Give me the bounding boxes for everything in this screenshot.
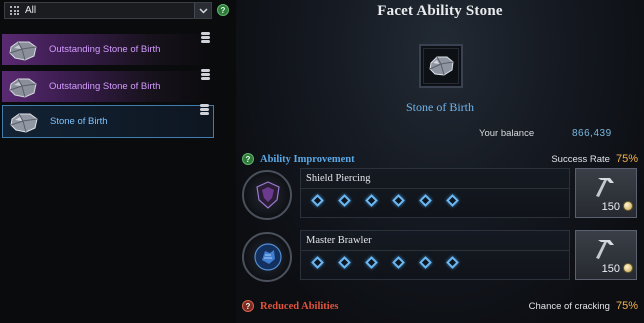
page-title: Facet Ability Stone [377,3,503,19]
help-icon[interactable]: ? [242,153,254,165]
cost-value: 150 [601,201,620,213]
silver-coin-icon [623,263,633,273]
help-icon[interactable]: ? [242,300,254,312]
list-item-outstanding-stone-1[interactable]: Outstanding Stone of Birth [2,32,214,65]
ability-icon-frame [242,170,292,220]
shield-piercing-icon [256,181,280,209]
success-rate-value: 75% [615,153,638,165]
stone-name: Stone of Birth [406,100,474,114]
success-rate-label: Success Rate [551,154,610,165]
facet-button-master-brawler[interactable]: 150 [575,230,637,280]
hammer-icon [596,240,614,259]
ability-row-master-brawler: Master Brawler 150 [240,229,640,285]
stack-icon [200,104,209,115]
section-title: Ability Improvement [260,153,355,165]
ability-name: Master Brawler [306,235,372,246]
facet-slot-diamond-icon [310,255,324,269]
facet-slot-diamond-icon [418,193,432,207]
chevron-down-icon[interactable] [194,3,211,18]
facet-slot-diamond-icon [337,255,351,269]
facet-panel: Facet Ability Stone Stone of Birth Your … [236,0,644,323]
facet-slot-diamond-icon [445,193,459,207]
cost-value: 150 [601,263,620,275]
facet-slot-diamond-icon [445,255,459,269]
facet-slot-diamond-icon [310,193,324,207]
grid-icon [10,6,19,15]
crack-chance-label: Chance of cracking [528,301,610,312]
facet-slots [310,255,459,269]
reduced-abilities-header: ? Reduced Abilities Chance of cracking 7… [242,298,642,314]
facet-slot-diamond-icon [391,193,405,207]
hammer-icon [596,178,614,197]
facet-slot-diamond-icon [337,193,351,207]
stone-icon [429,56,454,76]
ability-name: Shield Piercing [306,173,371,184]
ability-improvement-header: ? Ability Improvement Success Rate 75% [242,151,642,167]
facet-button-shield-piercing[interactable]: 150 [575,168,637,218]
facet-slot-diamond-icon [418,255,432,269]
list-item-outstanding-stone-2[interactable]: Outstanding Stone of Birth [2,69,214,102]
stack-icon [201,69,210,80]
stone-list-panel: All ? Outstanding Stone of Birth Outstan… [0,0,236,323]
filter-selected-value: All [25,5,37,16]
item-name: Outstanding Stone of Birth [49,81,161,92]
item-name: Stone of Birth [50,116,108,127]
facet-slot-diamond-icon [391,255,405,269]
balance-label: Your balance [479,128,535,139]
category-filter-dropdown[interactable]: All [4,2,212,19]
item-name: Outstanding Stone of Birth [49,44,161,55]
facet-slot-diamond-icon [364,255,378,269]
ability-row-shield-piercing: Shield Piercing 150 [240,167,640,223]
section-title: Reduced Abilities [260,300,339,312]
stone-icon [5,73,41,101]
master-brawler-icon [254,243,282,271]
balance-value: 866,439 [572,128,612,139]
stone-icon [6,108,42,136]
stone-icon [5,36,41,64]
crack-chance: Chance of cracking 75% [529,300,638,312]
stack-icon [201,32,210,43]
facet-slots [310,193,459,207]
help-icon[interactable]: ? [217,4,229,16]
silver-coin-icon [623,201,633,211]
ability-bar: Master Brawler [300,230,570,280]
ability-icon-frame [242,232,292,282]
stone-preview [419,44,463,88]
crack-chance-value: 75% [615,300,638,312]
success-rate: Success Rate 75% [551,153,638,165]
list-item-stone-of-birth[interactable]: Stone of Birth [2,104,214,138]
facet-slot-diamond-icon [364,193,378,207]
ability-bar: Shield Piercing [300,168,570,218]
